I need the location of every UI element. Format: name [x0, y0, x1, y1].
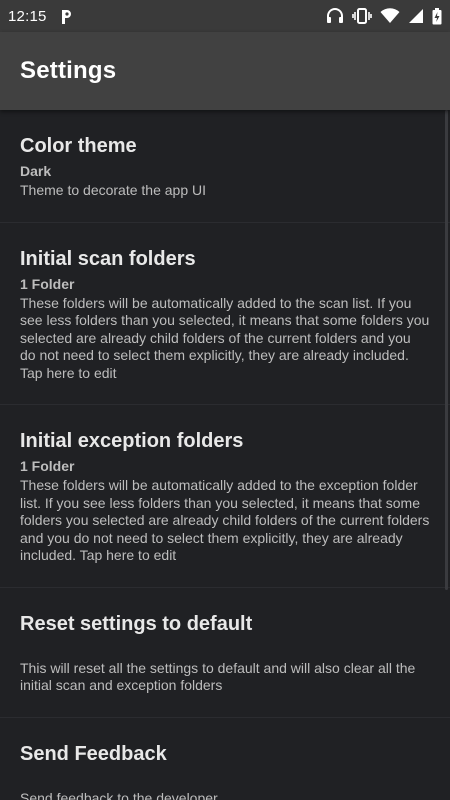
- setting-value: 1 Folder: [20, 458, 75, 474]
- setting-description: Send feedback to the developer: [20, 789, 218, 800]
- status-bar: 12:15: [0, 0, 450, 32]
- setting-initial-exception-folders[interactable]: Initial exception folders 1 Folder These…: [0, 405, 450, 588]
- setting-initial-scan-folders[interactable]: Initial scan folders 1 Folder These fold…: [0, 223, 450, 405]
- setting-color-theme[interactable]: Color theme Dark Theme to decorate the a…: [0, 110, 450, 223]
- setting-description: This will reset all the settings to defa…: [20, 659, 416, 694]
- signal-icon: [408, 8, 424, 24]
- screen: 12:15 Settings Color theme Dark Theme to…: [0, 0, 450, 800]
- setting-title: Reset settings to default: [20, 612, 253, 635]
- status-icons: [326, 7, 442, 25]
- setting-description: These folders will be automatically adde…: [20, 294, 430, 381]
- setting-title: Initial exception folders: [20, 430, 244, 452]
- setting-value: 1 Folder: [20, 275, 75, 292]
- scrollbar[interactable]: [445, 110, 448, 590]
- vibrate-icon: [352, 8, 372, 24]
- setting-title: Initial scan folders: [20, 247, 196, 270]
- setting-title: Color theme: [20, 135, 137, 157]
- parking-icon: [59, 9, 73, 24]
- app-bar: Settings: [0, 32, 450, 110]
- setting-send-feedback[interactable]: Send Feedback Send feedback to the devel…: [0, 718, 450, 800]
- setting-description: Theme to decorate the app UI: [20, 182, 206, 198]
- wifi-icon: [380, 8, 400, 24]
- settings-list: Color theme Dark Theme to decorate the a…: [0, 110, 450, 800]
- page-title: Settings: [20, 57, 117, 84]
- battery-charging-icon: [432, 7, 442, 25]
- headphones-icon: [326, 8, 344, 24]
- setting-title: Send Feedback: [20, 742, 167, 765]
- setting-reset-to-default[interactable]: Reset settings to default This will rese…: [0, 588, 450, 718]
- setting-description: These folders will be automatically adde…: [20, 477, 430, 563]
- status-time: 12:15: [8, 7, 47, 25]
- setting-value: Dark: [20, 163, 52, 179]
